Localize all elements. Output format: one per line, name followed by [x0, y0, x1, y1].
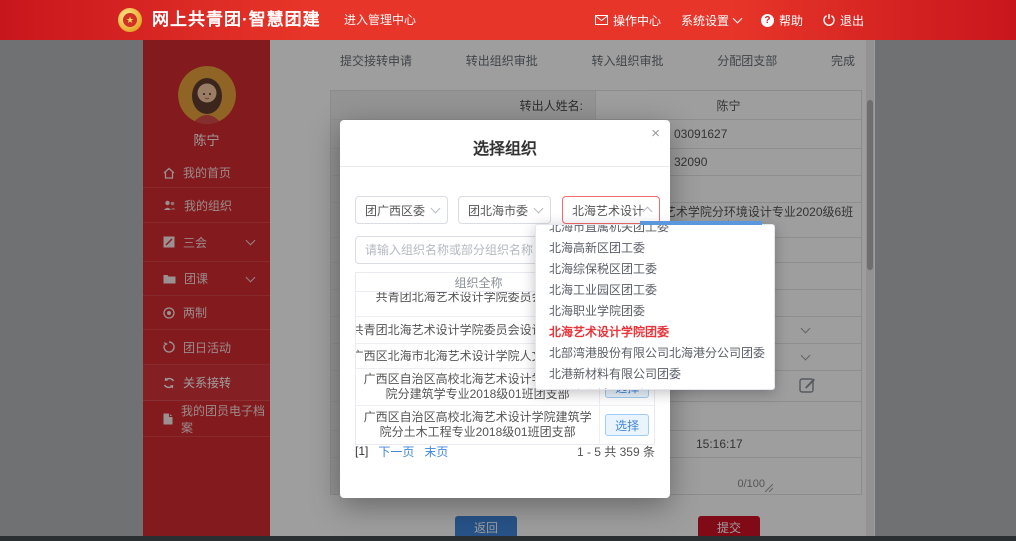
dropdown-item[interactable]: 北海高新区团工委	[536, 238, 774, 259]
org-name: 广西区自治区高校北海艺术设计学院建筑学院分土木工程专业2018级01班团支部	[356, 406, 600, 444]
dropdown-item[interactable]: 北海综保税区团工委	[536, 259, 774, 280]
app-title: 网上共青团·智慧团建	[152, 0, 321, 40]
selection-highlight-bar	[640, 221, 762, 225]
chevron-down-icon	[431, 204, 441, 214]
next-page-link[interactable]: 下一页	[378, 443, 414, 460]
modal-divider	[340, 166, 670, 167]
enter-admin-link[interactable]: 进入管理中心	[344, 0, 416, 40]
dropdown-item[interactable]: 北海工业园区团工委	[536, 280, 774, 301]
help-label: 帮助	[779, 12, 803, 29]
pagination-summary: 1 - 5 共 359 条	[577, 443, 655, 460]
org-dropdown-panel: 北海市直属机关团工委 北海高新区团工委 北海综保税区团工委 北海工业园区团工委 …	[535, 224, 775, 390]
ops-center-menu[interactable]: 操作中心	[595, 12, 661, 29]
system-settings-label: 系统设置	[681, 12, 729, 29]
mail-icon	[595, 15, 608, 25]
modal-title: 选择组织	[340, 135, 670, 159]
select-value: 团广西区委	[365, 202, 425, 219]
chevron-down-icon	[534, 204, 544, 214]
dropdown-item-clipped: 北海市直属机关团工委	[536, 225, 774, 238]
league-emblem-logo: ★	[118, 8, 142, 32]
dropdown-item[interactable]: 北港新材料有限公司团委	[536, 364, 774, 385]
org-select-open[interactable]: 北海艺术设计	[562, 196, 660, 224]
select-org-button[interactable]: 选择	[605, 414, 649, 436]
power-icon	[823, 14, 835, 26]
current-page[interactable]: [1]	[355, 444, 368, 458]
chevron-up-icon	[643, 207, 653, 217]
select-value: 团北海市委	[468, 202, 528, 219]
top-header: ★ 网上共青团·智慧团建 进入管理中心 操作中心 系统设置 ? 帮助 退出	[0, 0, 1016, 40]
ops-center-label: 操作中心	[613, 12, 661, 29]
dropdown-item-selected[interactable]: 北海艺术设计学院团委	[536, 322, 774, 343]
select-value: 北海艺术设计	[572, 202, 644, 219]
logout-label: 退出	[840, 12, 864, 29]
region-select-guangxi[interactable]: 团广西区委	[355, 196, 448, 224]
last-page-link[interactable]: 末页	[424, 443, 448, 460]
city-select-beihai[interactable]: 团北海市委	[458, 196, 551, 224]
pagination: [1] 下一页 末页 1 - 5 共 359 条	[355, 442, 655, 460]
dropdown-item[interactable]: 北海职业学院团委	[536, 301, 774, 322]
dropdown-item[interactable]: 北部湾港股份有限公司北海港分公司团委	[536, 343, 774, 364]
system-settings-menu[interactable]: 系统设置	[681, 12, 741, 29]
help-menu[interactable]: ? 帮助	[761, 12, 803, 29]
header-menu: 操作中心 系统设置 ? 帮助 退出	[595, 0, 864, 40]
org-table-row: 广西区自治区高校北海艺术设计学院建筑学院分土木工程专业2018级01班团支部 选…	[356, 406, 654, 444]
dropdown-item[interactable]: 北海市海城区团委	[536, 385, 774, 390]
logout-menu[interactable]: 退出	[823, 12, 864, 29]
dropdown-item[interactable]: 北海市直属机关团工委	[536, 225, 774, 238]
app-root: ★ 网上共青团·智慧团建 进入管理中心 操作中心 系统设置 ? 帮助 退出	[0, 0, 1016, 541]
question-icon: ?	[761, 14, 774, 27]
chevron-down-icon	[733, 14, 743, 24]
